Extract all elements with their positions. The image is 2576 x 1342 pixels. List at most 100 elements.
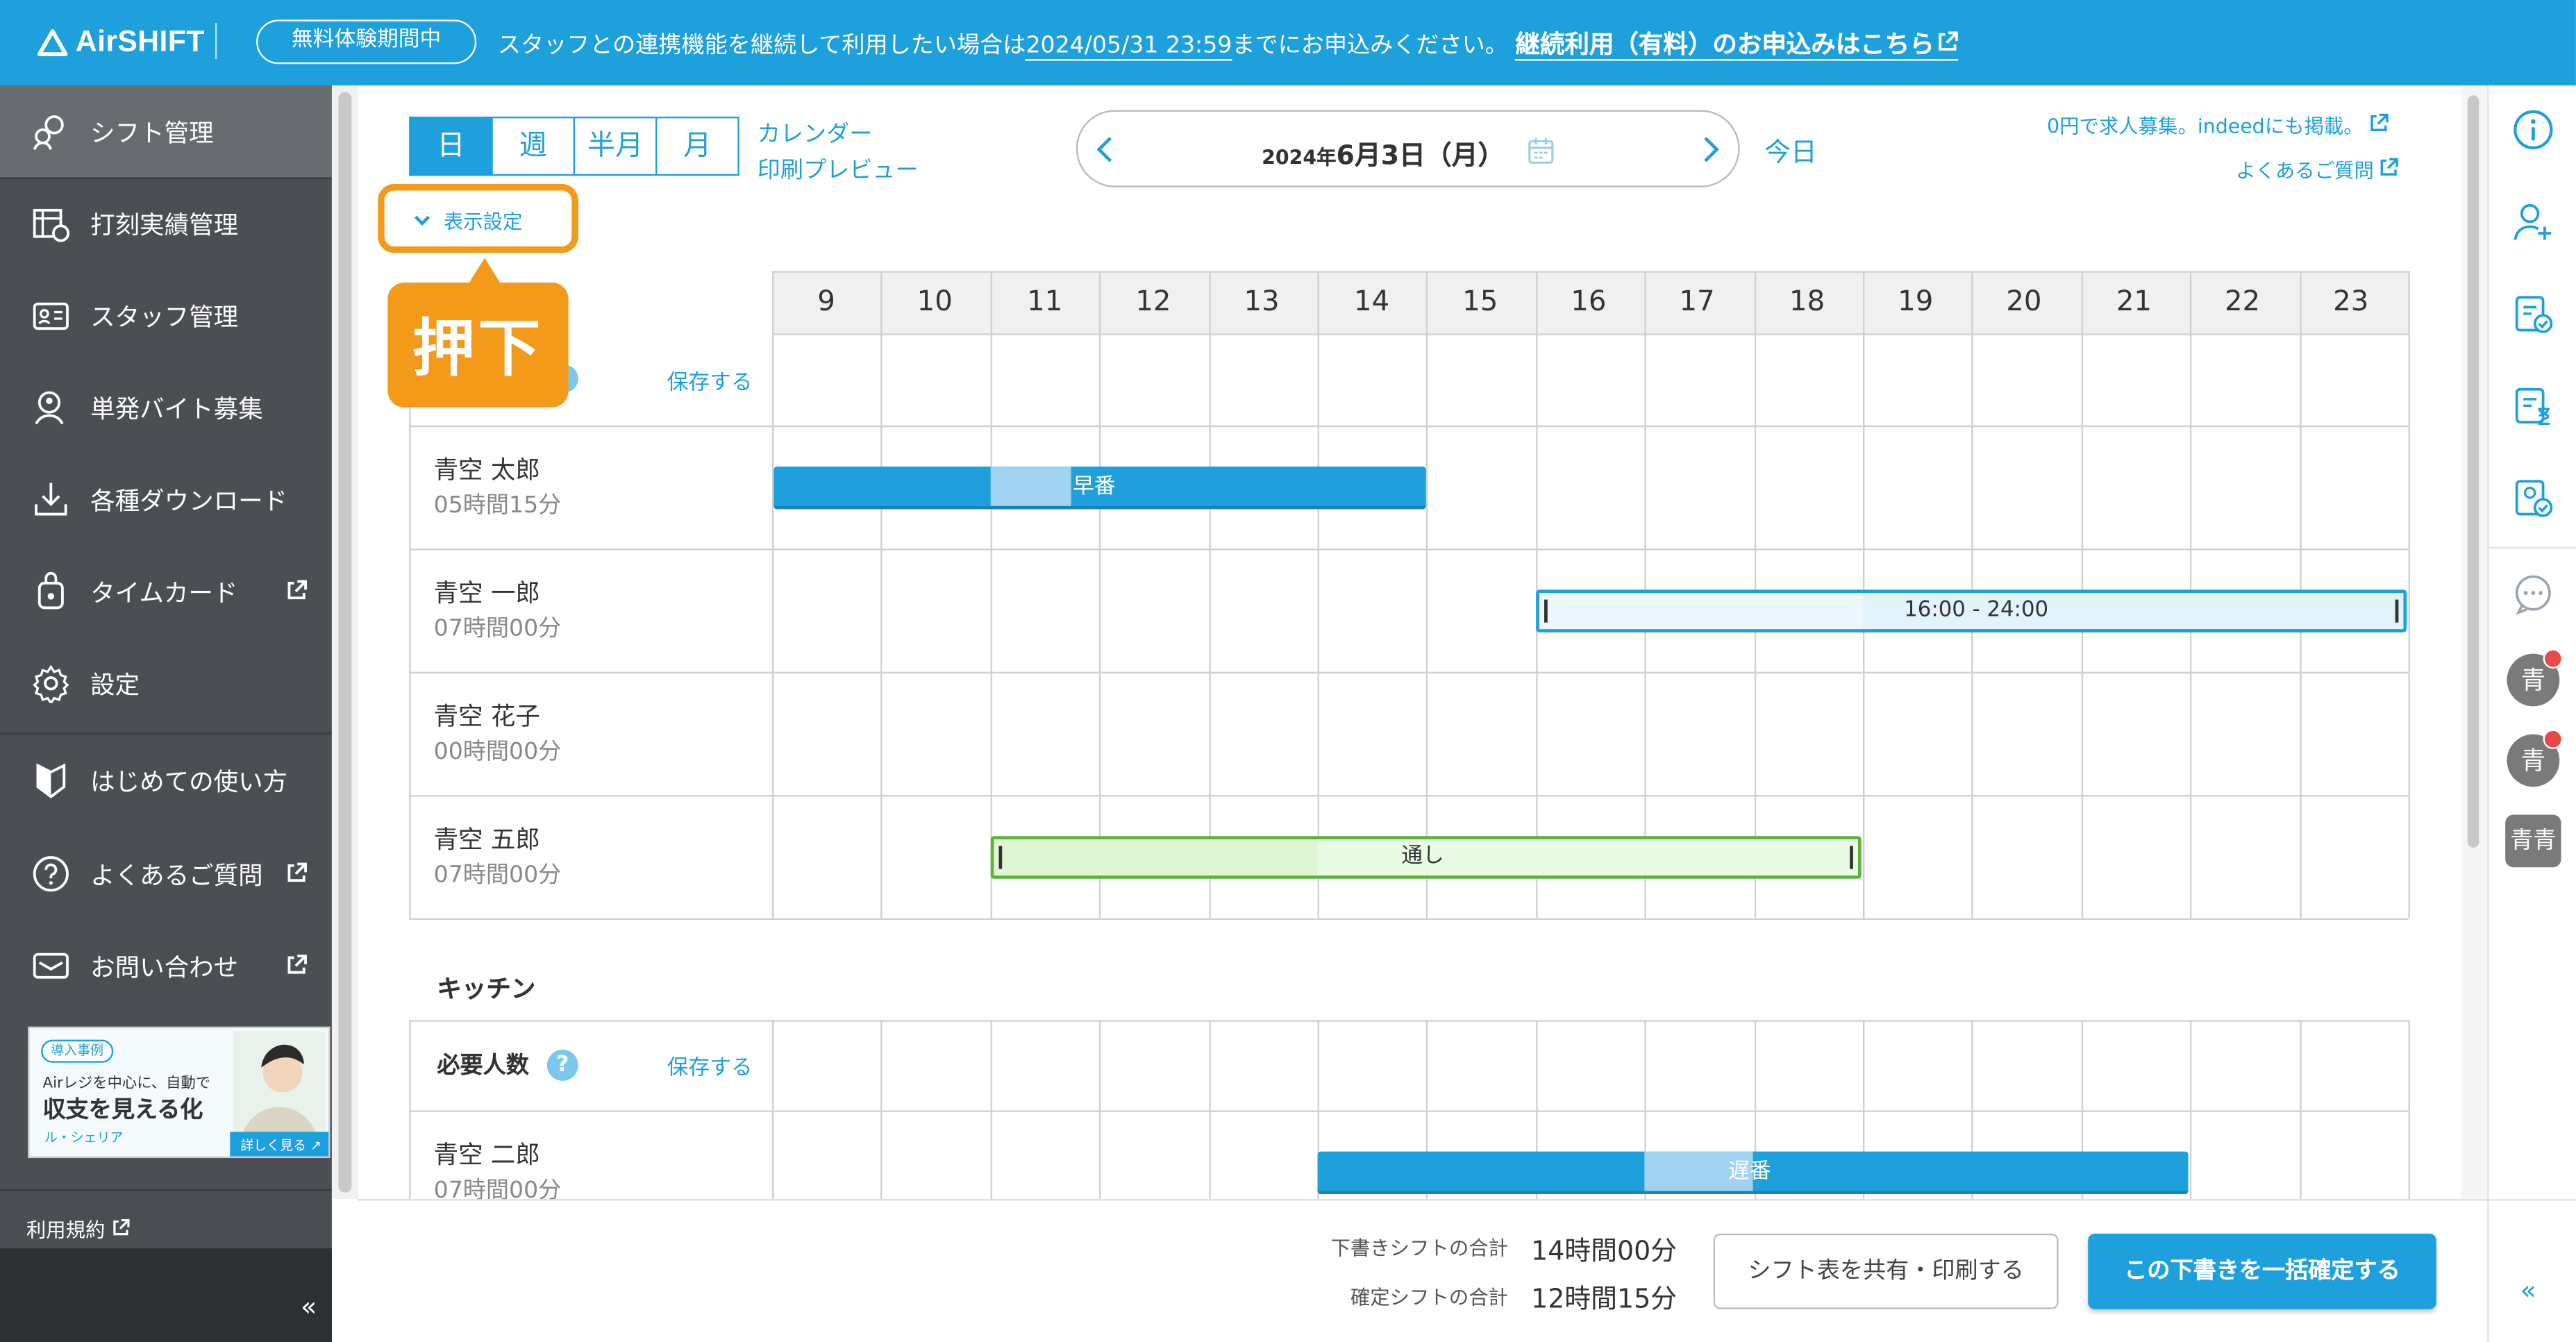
recruit-indeed-link[interactable]: 0円で求人募集。indeedにも掲載。 [2047, 112, 2388, 140]
shift-bar-draft[interactable]: 16:00 - 24:00 [1536, 589, 2407, 632]
grid-row-line [772, 795, 2409, 797]
unread-dot [2543, 729, 2563, 749]
avatar-group[interactable]: 青青 [2505, 814, 2561, 868]
grid-col-line [772, 1020, 774, 1200]
external-link-icon [287, 862, 307, 882]
renewal-link[interactable]: 継続利用（有料）のお申込みはこちら [1515, 29, 1959, 61]
staff-name[interactable]: 青空 二郎 [434, 1136, 540, 1171]
display-settings-button[interactable]: 表示設定 [378, 183, 578, 253]
shift-bar-early[interactable]: 早番 [773, 466, 1426, 510]
chat-icon[interactable] [2512, 573, 2555, 617]
shift-bar-full[interactable]: 通し [990, 836, 1862, 879]
sidebar-item-contact[interactable]: お問い合わせ [0, 920, 332, 1012]
ad-more-label: 詳しく見る [240, 1138, 306, 1153]
grid-row-line [772, 333, 2409, 335]
recruit-icon [35, 391, 64, 425]
shift-bar-label: 16:00 - 24:00 [1904, 598, 2049, 623]
scrollbar-thumb[interactable] [2467, 95, 2479, 848]
view-week-button[interactable]: 週 [491, 116, 576, 176]
divider [0, 1189, 332, 1191]
sidebar-item-settings[interactable]: 設定 [0, 637, 332, 729]
grid-col-line [2189, 1020, 2192, 1200]
view-month-button[interactable]: 月 [655, 116, 739, 176]
staff-check-icon[interactable] [2512, 476, 2555, 519]
print-preview-link[interactable]: 印刷プレビュー [758, 153, 919, 185]
help-icon[interactable]: ? [546, 1049, 578, 1081]
shift-bar-late[interactable]: 遅番 [1317, 1151, 2189, 1195]
sidebar-item-download[interactable]: 各種ダウンロード [0, 453, 332, 545]
collapse-right-panel-button[interactable]: « [2520, 1275, 2536, 1306]
info-icon[interactable] [2512, 108, 2555, 151]
grid-col-line [1317, 271, 1319, 919]
right-panel: 青 青 青青 « [2487, 85, 2576, 1342]
logo-text: AirSHIFT [75, 24, 205, 58]
prev-day-icon[interactable] [1094, 135, 1117, 165]
external-link-icon [1939, 31, 1959, 51]
unread-dot [2543, 648, 2563, 669]
sidebar-item-timecard[interactable]: タイムカード [0, 546, 332, 637]
today-button[interactable]: 今日 [1764, 130, 1817, 169]
sidebar: シフト管理 打刻実績管理 スタッフ管理 単発バイト募集 各種ダウンロード タイム… [0, 85, 332, 1342]
airshift-logo[interactable]: AirSHIFT [36, 24, 205, 59]
share-print-button[interactable]: シフト表を共有・印刷する [1713, 1233, 2059, 1309]
confirmed-total-value: 12時間15分 [1531, 1282, 1678, 1314]
resize-handle-right[interactable] [1850, 846, 1853, 869]
add-staff-icon[interactable] [2512, 201, 2555, 244]
faq-link[interactable]: よくあるご質問 [2236, 156, 2398, 184]
grid-row-line [409, 918, 773, 920]
save-required-button[interactable]: 保存する [667, 1050, 753, 1080]
next-day-icon[interactable] [1698, 135, 1721, 165]
shift-wait-icon[interactable] [2512, 385, 2555, 428]
view-halfmonth-button[interactable]: 半月 [573, 116, 658, 176]
sidebar-item-staff[interactable]: スタッフ管理 [0, 269, 332, 361]
ad-more-button[interactable]: 詳しく見る ↗ [230, 1132, 329, 1157]
collapse-sidebar-button[interactable]: « [301, 1291, 317, 1323]
sidebar-item-label: はじめての使い方 [90, 766, 288, 797]
calendar-icon[interactable] [1528, 136, 1554, 164]
shift-bar-segment [994, 839, 1318, 876]
date-navigator: 2024年6月3日（月） [1076, 110, 1740, 187]
draft-total-label: 下書きシフトの合計 [1330, 1236, 1509, 1260]
staff-name[interactable]: 青空 一郎 [434, 575, 540, 610]
ad-banner[interactable]: 導入事例 Airレジを中心に、自動で 収支を見える化 ル・シェリア 詳しく見る … [28, 1026, 331, 1159]
renewal-notice: スタッフとの連携機能を継続して利用したい場合は2024/05/31 23:59ま… [498, 26, 1959, 61]
sidebar-item-label: 単発バイト募集 [90, 394, 263, 424]
shift-bar-segment [1539, 593, 1864, 630]
avatar[interactable]: 青 [2507, 648, 2563, 707]
resize-handle-left[interactable] [1544, 599, 1548, 623]
scrollbar-thumb[interactable] [338, 92, 352, 1193]
ad-person-image [233, 1031, 326, 1143]
sidebar-item-faq[interactable]: よくあるご質問 [0, 828, 332, 919]
sidebar-item-label: シフト管理 [90, 118, 214, 148]
staff-name[interactable]: 青空 五郎 [434, 821, 540, 856]
view-day-button[interactable]: 日 [409, 116, 493, 176]
grid-row-line [409, 1110, 2409, 1112]
sidebar-item-recruit[interactable]: 単発バイト募集 [0, 362, 332, 453]
staff-name[interactable]: 青空 太郎 [434, 452, 540, 487]
terms-link[interactable]: 利用規約 [26, 1216, 130, 1243]
main-scrollbar[interactable] [2461, 85, 2488, 1200]
avatar[interactable]: 青 [2507, 729, 2563, 787]
notice-text-post: までにお申込みください。 [1232, 33, 1508, 60]
sidebar-item-shift[interactable]: シフト管理 [0, 85, 332, 178]
grid-row-line [772, 548, 2409, 551]
hour-label: 16 [1571, 285, 1607, 319]
sidebar-item-timeclock[interactable]: 打刻実績管理 [0, 178, 332, 269]
confirm-all-button[interactable]: この下書きを一括確定する [2088, 1233, 2436, 1309]
download-icon [35, 483, 67, 516]
sidebar-item-beginner[interactable]: はじめての使い方 [0, 735, 332, 826]
sidebar-item-label: お問い合わせ [90, 953, 239, 982]
shift-bar-label: 通し [1401, 844, 1444, 869]
sidebar-scrollbar[interactable] [331, 85, 358, 1200]
shift-check-icon[interactable] [2512, 292, 2555, 335]
resize-handle-right[interactable] [2395, 599, 2399, 623]
staff-hours: 00時間00分 [433, 739, 562, 766]
resize-handle-left[interactable] [998, 846, 1003, 869]
shift-bar-label: 早番 [1072, 474, 1116, 500]
save-required-button[interactable]: 保存する [667, 364, 753, 396]
grid-col-line [1209, 1020, 1211, 1200]
hour-label: 21 [2116, 285, 2152, 319]
staff-name[interactable]: 青空 花子 [434, 698, 540, 733]
calendar-link[interactable]: カレンダー [758, 117, 873, 149]
grid-col-line [1098, 271, 1101, 919]
